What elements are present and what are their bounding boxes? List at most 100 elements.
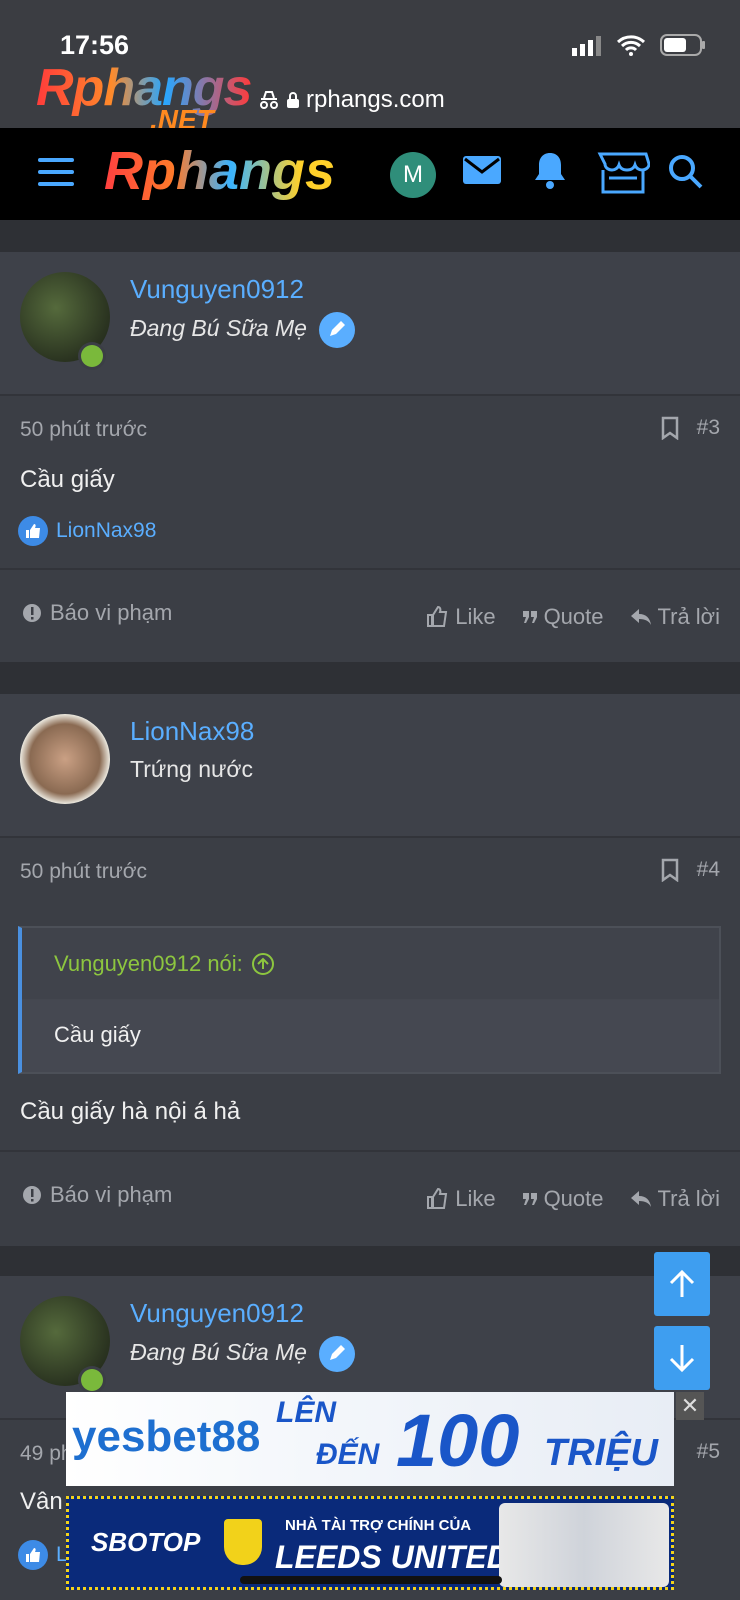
post-content: Cầu giấy hà nội á hả	[20, 1098, 241, 1125]
quote-button[interactable]: Quote	[522, 604, 604, 630]
ad-line2: LEEDS UNITED	[275, 1539, 510, 1575]
online-icon	[78, 342, 106, 370]
alert-icon	[23, 604, 41, 622]
reply-icon	[630, 1191, 651, 1207]
separator	[0, 662, 740, 694]
report-link[interactable]: Báo vi phạm	[22, 1182, 172, 1208]
quote-label: Quote	[543, 1186, 604, 1211]
post-time[interactable]: 50 phút trước	[20, 418, 147, 442]
scroll-up-button[interactable]	[654, 1252, 710, 1316]
reaction-bar[interactable]: LionNax98	[18, 516, 156, 546]
arrow-up-icon	[669, 1269, 695, 1297]
mail-icon[interactable]	[462, 154, 502, 186]
post-time[interactable]: 49 ph	[20, 1442, 73, 1466]
user-title: Đang Bú Sữa Mẹ	[130, 312, 356, 348]
quote-label: Quote	[543, 604, 604, 629]
post-actions: Like Quote Trả lời	[425, 1186, 720, 1212]
like-label: Like	[455, 1186, 496, 1211]
reply-icon	[630, 609, 651, 625]
reply-label: Trả lời	[657, 604, 721, 629]
like-reaction-icon	[18, 516, 48, 546]
wifi-icon	[616, 35, 646, 56]
reply-button[interactable]: Trả lời	[630, 1186, 721, 1212]
like-button[interactable]: Like	[425, 1186, 496, 1212]
report-label: Báo vi phạm	[50, 600, 173, 625]
arrow-up-circle-icon[interactable]	[251, 952, 275, 976]
battery-icon	[660, 34, 705, 56]
post-3: Vunguyen0912 Đang Bú Sữa Mẹ 50 phút trướ…	[0, 252, 740, 662]
url-bar[interactable]: rphangs.com	[258, 86, 445, 114]
reply-button[interactable]: Trả lời	[630, 604, 721, 630]
post-content: Cầu giấy	[20, 466, 115, 493]
incognito-icon	[260, 91, 278, 109]
ad-line1: NHÀ TÀI TRỢ CHÍNH CỦA	[285, 1517, 472, 1534]
url-text: rphangs.com	[306, 86, 445, 113]
reaction-bar[interactable]: L	[18, 1540, 68, 1570]
alert-icon	[23, 1186, 41, 1204]
ad-banner-yesbet[interactable]: yesbet88 LÊN ĐẾN 100 TRIỆU	[66, 1392, 674, 1486]
thumbs-up-icon	[427, 1187, 448, 1209]
post-number[interactable]: #3	[697, 416, 720, 440]
post-number-group: #3	[661, 416, 720, 440]
ad-line1: LÊN	[276, 1396, 336, 1429]
arrow-down-icon	[669, 1345, 695, 1373]
store-icon[interactable]	[596, 150, 650, 194]
bookmark-icon[interactable]	[661, 858, 679, 882]
site-navbar: Rphangs M	[0, 128, 740, 220]
post-user-header: LionNax98 Trứng nước	[0, 694, 740, 838]
bell-icon[interactable]	[532, 150, 568, 190]
post-user-header: Vunguyen0912 Đang Bú Sữa Mẹ	[0, 252, 740, 396]
close-icon[interactable]: ✕	[676, 1392, 704, 1420]
post-4: LionNax98 Trứng nước 50 phút trước #4 Vu…	[0, 694, 740, 1246]
verified-badge-icon	[319, 312, 356, 348]
account-avatar[interactable]: M	[390, 152, 436, 198]
divider	[0, 568, 740, 570]
quote-icon	[522, 1193, 537, 1205]
user-title: Đang Bú Sữa Mẹ	[130, 1336, 356, 1372]
post-number[interactable]: #4	[697, 858, 720, 882]
user-title-text: Đang Bú Sữa Mẹ	[130, 315, 307, 342]
site-logo-small: Rphangs	[36, 59, 252, 117]
verified-badge-icon	[319, 1336, 356, 1372]
ad-brand: SBOTOP	[91, 1527, 201, 1557]
username[interactable]: Vunguyen0912	[130, 1298, 304, 1329]
username[interactable]: LionNax98	[130, 716, 254, 747]
lock-icon	[287, 92, 299, 108]
reaction-user[interactable]: LionNax98	[56, 519, 156, 543]
divider	[0, 1150, 740, 1152]
scroll-down-button[interactable]	[654, 1326, 710, 1390]
username[interactable]: Vunguyen0912	[130, 274, 304, 305]
quote-author: Vunguyen0912 nói:	[54, 950, 243, 976]
quote-button[interactable]: Quote	[522, 1186, 604, 1212]
leeds-crest-icon	[224, 1519, 262, 1565]
like-label: Like	[455, 604, 496, 629]
like-button[interactable]: Like	[425, 604, 496, 630]
user-title: Trứng nước	[130, 756, 253, 782]
report-link[interactable]: Báo vi phạm	[22, 600, 172, 626]
user-title-text: Đang Bú Sữa Mẹ	[130, 1339, 307, 1366]
post-time[interactable]: 50 phút trước	[20, 860, 147, 884]
home-indicator	[240, 1576, 502, 1584]
status-bar: 17:56 Rphangs .NET rphangs.com	[0, 0, 740, 135]
menu-icon[interactable]	[38, 158, 74, 186]
system-icons	[572, 34, 706, 56]
thumbs-up-icon	[427, 605, 448, 627]
ad-unit: TRIỆU	[544, 1432, 658, 1474]
like-reaction-icon	[18, 1540, 48, 1570]
bookmark-icon[interactable]	[661, 416, 679, 440]
clock: 17:56	[60, 30, 130, 60]
post-number-group: #4	[661, 858, 720, 882]
site-logo[interactable]: Rphangs	[104, 140, 335, 202]
online-icon	[78, 1366, 106, 1394]
user-avatar[interactable]	[20, 714, 110, 804]
ad-line2: ĐẾN	[316, 1438, 380, 1471]
quote-header[interactable]: Vunguyen0912 nói:	[22, 928, 719, 1000]
quote-text: Cầu giấy	[22, 1000, 719, 1072]
report-label: Báo vi phạm	[50, 1182, 173, 1207]
ad-amount: 100	[396, 1399, 520, 1482]
reply-label: Trả lời	[657, 1186, 721, 1211]
post-number[interactable]: #5	[697, 1440, 720, 1464]
quote-icon	[522, 611, 537, 623]
ad-brand: yesbet88	[72, 1412, 261, 1461]
search-icon[interactable]	[668, 154, 704, 190]
